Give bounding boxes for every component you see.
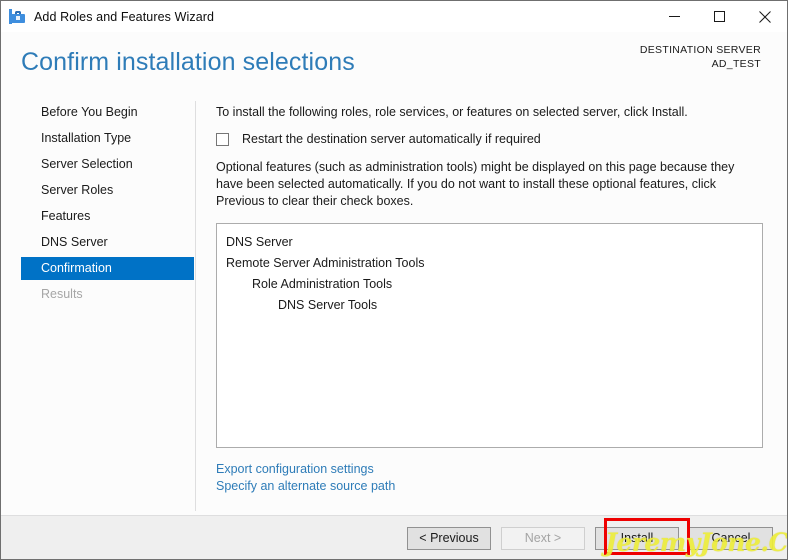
next-button: Next > — [501, 527, 585, 550]
export-configuration-settings-link[interactable]: Export configuration settings — [216, 461, 374, 478]
sidebar-divider — [195, 101, 196, 511]
page-title: Confirm installation selections — [21, 48, 355, 76]
install-button[interactable]: Install — [595, 527, 679, 550]
selection-item: Remote Server Administration Tools — [226, 256, 425, 270]
optional-features-text: Optional features (such as administratio… — [216, 160, 735, 208]
minimize-icon[interactable] — [652, 1, 697, 32]
sidebar-item-results: Results — [41, 287, 83, 301]
destination-server-label: DESTINATION SERVER — [639, 44, 761, 56]
window-controls — [652, 1, 787, 32]
destination-server: DESTINATION SERVER AD_TEST — [640, 43, 761, 71]
selection-item: DNS Server — [226, 235, 293, 249]
page-header: Confirm installation selections DESTINAT… — [1, 32, 787, 94]
previous-button[interactable]: < Previous — [407, 527, 491, 550]
cancel-button[interactable]: Cancel — [689, 527, 773, 550]
restart-checkbox-label: Restart the destination server automatic… — [242, 132, 541, 146]
selection-item: DNS Server Tools — [278, 298, 378, 312]
selections-list[interactable]: DNS Server Remote Server Administration T… — [216, 223, 763, 448]
sidebar-item-installation-type[interactable]: Installation Type — [1, 127, 195, 150]
destination-server-value: AD_TEST — [711, 58, 761, 70]
sidebar-item-features[interactable]: Features — [1, 205, 195, 228]
sidebar-item-dns-server[interactable]: DNS Server — [1, 231, 195, 254]
close-icon[interactable] — [742, 1, 787, 32]
wizard-window: Add Roles and Features Wizard Confirm in… — [0, 0, 788, 560]
title-bar: Add Roles and Features Wizard — [1, 1, 787, 32]
maximize-icon[interactable] — [697, 1, 742, 32]
restart-checkbox-row[interactable]: Restart the destination server automatic… — [216, 131, 764, 149]
footer-bar: < Previous Next > Install Cancel — [1, 515, 787, 559]
sidebar-item-server-selection[interactable]: Server Selection — [1, 153, 195, 176]
selection-item: Role Administration Tools — [252, 277, 393, 291]
footer-buttons: < Previous Next > Install Cancel — [407, 527, 773, 550]
specify-alternate-source-path-link[interactable]: Specify an alternate source path — [216, 478, 395, 495]
content-links: Export configuration settings Specify an… — [216, 461, 764, 495]
wizard-sidebar: Before You Begin Installation Type Server … — [1, 101, 195, 309]
sidebar-item-server-roles[interactable]: Server Roles — [1, 179, 195, 202]
intro-text: To install the following roles, role ser… — [216, 105, 688, 119]
wizard-content: To install the following roles, role ser… — [216, 104, 764, 495]
sidebar-item-before-you-begin[interactable]: Before You Begin — [1, 101, 195, 124]
restart-checkbox[interactable] — [216, 133, 229, 146]
toolbox-icon — [9, 8, 27, 26]
sidebar-item-confirmation[interactable]: Confirmation — [21, 257, 194, 280]
window-title: Add Roles and Features Wizard — [34, 9, 215, 24]
